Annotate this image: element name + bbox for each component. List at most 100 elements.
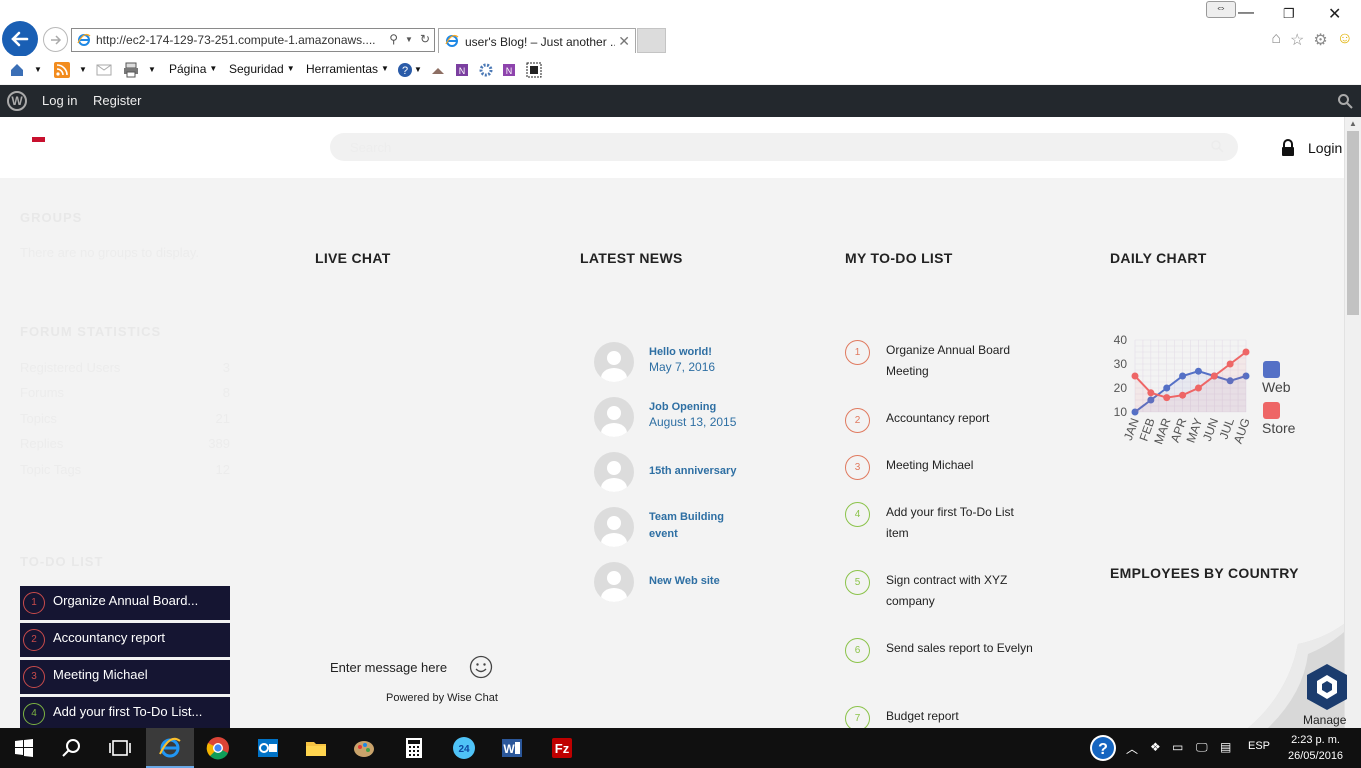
clock-date: 26/05/2016 — [1288, 750, 1344, 762]
power-icon[interactable]: ▭ — [1172, 740, 1183, 754]
sidebar-todo-item[interactable]: 2 Accountancy report — [20, 623, 230, 657]
gear-icon[interactable]: ⚙ — [1313, 30, 1327, 50]
todo-list-heading: TO-DO LIST — [20, 554, 104, 569]
lock-icon[interactable] — [1280, 139, 1296, 157]
dropdown-arrow-icon[interactable]: ▼ — [414, 65, 422, 74]
manage-label[interactable]: Manage — [1303, 713, 1346, 727]
dropdown-arrow-icon[interactable]: ▼ — [34, 65, 42, 74]
smiley-feedback-icon[interactable]: ☺ — [1337, 30, 1353, 50]
data-point — [1163, 394, 1171, 402]
dropdown-arrow-icon[interactable]: ▼ — [148, 65, 156, 74]
forum-stats-heading: FORUM STATISTICS — [20, 324, 162, 339]
search-icon[interactable] — [1210, 139, 1224, 153]
site-logo[interactable] — [32, 137, 45, 142]
paint-icon[interactable] — [352, 736, 376, 760]
stat-row: Topics 21 — [20, 411, 230, 426]
chat-message-input[interactable] — [330, 660, 448, 675]
browser-toolbar: ⇔ — ❐ ✕ http://ec2-174-129-73-251.comput… — [0, 0, 1361, 57]
network-icon[interactable]: 🖵 — [1196, 740, 1208, 755]
scroll-up-icon[interactable]: ▲ — [1349, 119, 1357, 128]
outlook-icon[interactable] — [256, 736, 280, 760]
search-icon[interactable] — [1337, 93, 1353, 109]
news-item[interactable]: New Web site — [594, 562, 794, 602]
news-item[interactable]: Hello world! May 7, 2016 — [594, 342, 794, 382]
home-icon[interactable]: ⌂ — [1271, 30, 1281, 50]
rss-feed-icon[interactable] — [54, 62, 70, 78]
windows-start-icon[interactable] — [12, 736, 36, 760]
favorites-star-icon[interactable]: ☆ — [1290, 30, 1304, 50]
file-explorer-icon[interactable] — [304, 736, 328, 760]
data-point — [1210, 372, 1218, 380]
forward-button[interactable] — [43, 27, 68, 52]
news-title[interactable]: Hello world! — [649, 344, 759, 361]
dropbox-icon[interactable]: ❖ — [1150, 740, 1161, 754]
language-indicator[interactable]: ESP — [1248, 740, 1270, 752]
show-hidden-icons-icon[interactable]: ︿ — [1126, 740, 1138, 757]
sidebar-todo-item[interactable]: 4 Add your first To-Do List... — [20, 697, 230, 728]
dropdown-arrow-icon[interactable]: ▼ — [405, 35, 413, 44]
page-menu[interactable]: Página ▼ — [169, 62, 217, 76]
restore-icon[interactable]: ❐ — [1283, 6, 1295, 22]
back-button[interactable] — [2, 21, 38, 57]
task-view-icon[interactable] — [108, 736, 132, 760]
close-window-icon[interactable]: ✕ — [1328, 4, 1341, 24]
calculator-icon[interactable] — [402, 736, 426, 760]
security-menu[interactable]: Seguridad ▼ — [229, 62, 295, 76]
y-tick-label: 20 — [1114, 381, 1128, 395]
wordpress-logo-icon[interactable]: W — [7, 91, 27, 111]
news-item[interactable]: 15th anniversary — [594, 452, 794, 492]
clock[interactable]: 2:23 p. m. 26/05/2016 — [1288, 732, 1343, 764]
app-24-icon[interactable]: 24 — [452, 736, 476, 760]
refresh-icon[interactable]: ↻ — [420, 32, 430, 46]
sidebar-todo-item[interactable]: 1 Organize Annual Board... — [20, 586, 230, 620]
svg-text:?: ? — [1098, 741, 1108, 758]
news-title[interactable]: Team Building event — [649, 509, 729, 543]
site-header: Login — [0, 117, 1344, 178]
register-link[interactable]: Register — [93, 93, 141, 108]
news-title[interactable]: New Web site — [649, 573, 759, 590]
home-icon[interactable] — [9, 62, 25, 78]
ie-logo-icon — [445, 34, 459, 47]
news-item[interactable]: Job Opening August 13, 2015 — [594, 397, 794, 437]
help-circle-icon[interactable]: ? — [1088, 733, 1118, 763]
new-tab-button[interactable] — [637, 28, 666, 53]
browser-tab[interactable]: user's Blog! – Just another ... ✕ — [438, 28, 636, 53]
search-icon[interactable] — [60, 736, 84, 760]
dropdown-arrow-icon[interactable]: ▼ — [79, 65, 87, 74]
research-icon[interactable] — [430, 62, 446, 78]
onenote-icon[interactable]: N — [454, 62, 470, 78]
send-to-onenote-icon[interactable]: N — [501, 62, 517, 78]
command-bar: ▼ ▼ ▼ Página ▼ Seguridad ▼ Herramientas ▼ ?… — [0, 56, 1361, 84]
help-icon[interactable]: ? — [397, 62, 413, 78]
internet-explorer-icon[interactable] — [158, 736, 182, 760]
tools-menu[interactable]: Herramientas ▼ — [306, 62, 389, 76]
news-title[interactable]: 15th anniversary — [649, 463, 759, 480]
avatar — [594, 397, 634, 437]
address-bar[interactable]: http://ec2-174-129-73-251.compute-1.amaz… — [71, 28, 435, 52]
legend-label: Web — [1262, 379, 1291, 395]
print-icon[interactable] — [123, 62, 139, 78]
screen-clip-icon[interactable] — [526, 62, 542, 78]
scroll-thumb[interactable] — [1347, 131, 1359, 315]
chrome-icon[interactable] — [206, 736, 230, 760]
filezilla-icon[interactable]: Fz — [550, 736, 574, 760]
news-title[interactable]: Job Opening — [649, 399, 759, 416]
page-scrollbar[interactable]: ▲ — [1344, 117, 1361, 728]
search-icon[interactable]: ⚲ — [389, 32, 398, 46]
site-search-input[interactable] — [330, 133, 1238, 161]
legend-swatch — [1263, 361, 1280, 378]
settings-cog-icon[interactable] — [478, 62, 494, 78]
sidebar-todo-item[interactable]: 3 Meeting Michael — [20, 660, 230, 694]
emoticon-icon[interactable] — [469, 655, 493, 679]
log-in-link[interactable]: Log in — [42, 93, 77, 108]
manage-hex-icon[interactable] — [1303, 662, 1351, 712]
mail-icon[interactable] — [96, 62, 112, 78]
minimize-icon[interactable]: — — [1238, 4, 1254, 22]
login-link[interactable]: Login — [1308, 140, 1342, 156]
close-tab-icon[interactable]: ✕ — [618, 33, 630, 50]
svg-text:?: ? — [402, 65, 408, 77]
notifications-icon[interactable]: ▤ — [1220, 740, 1231, 754]
news-item[interactable]: Team Building event — [594, 507, 794, 547]
resize-handle-icon[interactable]: ⇔ — [1206, 1, 1236, 18]
word-icon[interactable]: W — [500, 736, 524, 760]
